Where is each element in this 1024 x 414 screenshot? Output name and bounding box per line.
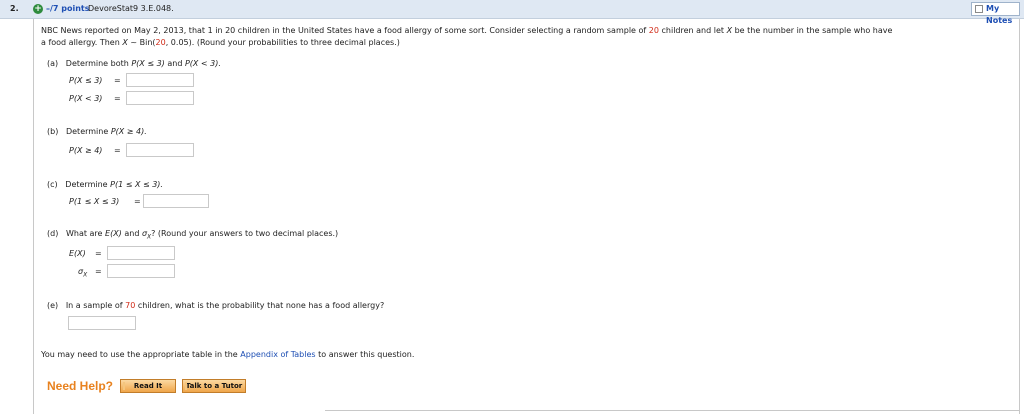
part-e-instruction: (e) In a sample of 70 children, what is … [47,301,385,310]
equals-sign: = [114,94,121,103]
part-a-row2-label: P(X < 3) [69,94,103,103]
part-c-row-label: P(1 ≤ X ≤ 3) [69,197,120,206]
answer-input-none-allergy[interactable] [68,316,136,330]
part-d-instruction: (d) What are E(X) and σX? (Round your an… [47,229,339,241]
appendix-of-tables-link[interactable]: Appendix of Tables [240,350,315,359]
bottom-divider [325,410,1020,411]
read-it-button[interactable]: Read It [120,379,176,393]
question-header: 2. + –/7 points DevoreStat9 3.E.048. My … [0,0,1024,25]
appendix-note: You may need to use the appropriate tabl… [41,350,415,359]
part-b-row-label: P(X ≥ 4) [69,146,103,155]
question-id: DevoreStat9 3.E.048. [88,4,174,13]
need-help-label: Need Help? [47,379,114,393]
part-d-row1-label: E(X) [69,249,86,258]
part-d-row2-label: σX [78,267,88,279]
points-label: –/7 points [46,4,90,13]
answer-input-p-x-lt-3[interactable] [126,91,194,105]
part-c-instruction: (c) Determine P(1 ≤ X ≤ 3). [47,180,163,189]
answer-input-p-1-le-x-le-3[interactable] [143,194,209,208]
notes-checkbox-icon[interactable] [975,5,983,13]
question-number: 2. [10,4,19,13]
equals-sign: = [114,76,121,85]
sample-size-value: 20 [648,26,659,35]
part-a-row1-label: P(X ≤ 3) [69,76,103,85]
equals-sign: = [95,249,102,258]
equals-sign: = [134,197,141,206]
sample-size-70: 70 [125,301,136,310]
part-b-instruction: (b) Determine P(X ≥ 4). [47,127,147,136]
answer-input-p-x-ge-4[interactable] [126,143,194,157]
answer-input-expected-value[interactable] [107,246,175,260]
my-notes-button[interactable]: My Notes [971,2,1020,25]
question-prompt: NBC News reported on May 2, 2013, that 1… [41,26,893,47]
equals-sign: = [95,267,102,276]
part-a-instruction: (a) Determine both P(X ≤ 3) and P(X < 3)… [47,59,221,68]
talk-to-tutor-button[interactable]: Talk to a Tutor [182,379,246,393]
expand-plus-icon[interactable]: + [33,4,43,14]
answer-input-std-dev[interactable] [107,264,175,278]
answer-input-p-x-le-3[interactable] [126,73,194,87]
equals-sign: = [114,146,121,155]
